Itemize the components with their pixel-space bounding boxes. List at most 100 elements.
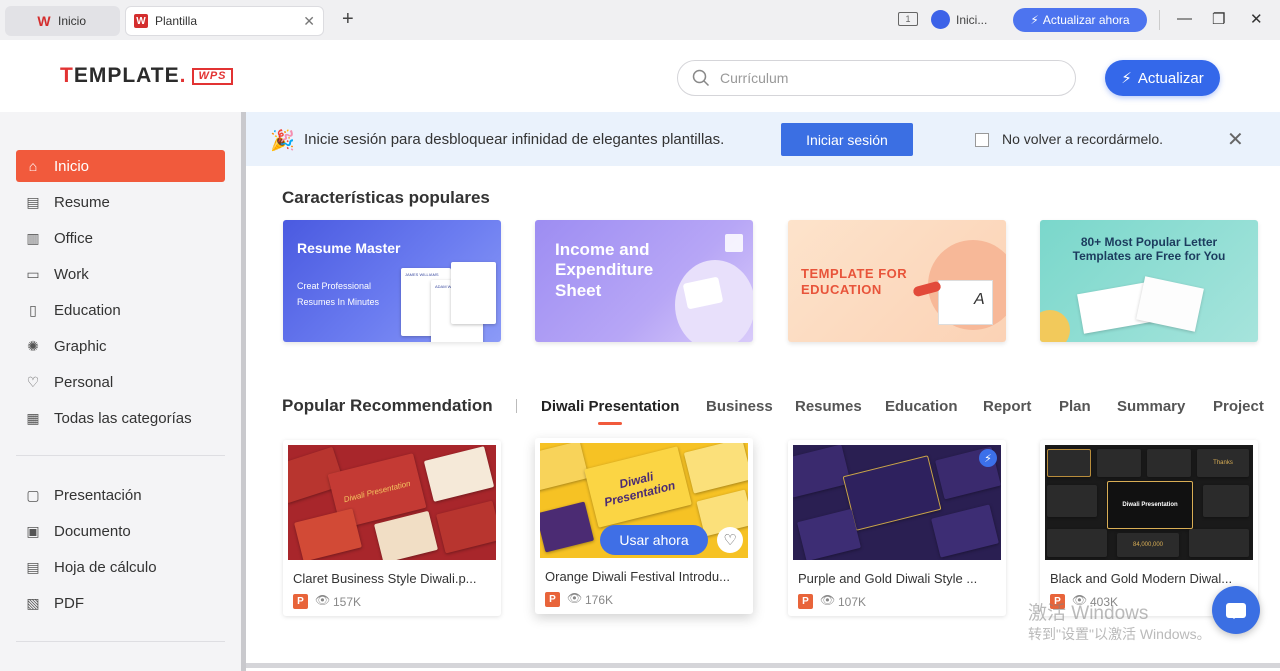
search-box[interactable] [677,60,1076,96]
minimize-button[interactable]: — [1177,10,1192,27]
eye-icon: 👁 [820,593,836,607]
feature-title: 80+ Most Popular Letter Templates are Fr… [1072,235,1226,264]
tab-label: Inicio [58,14,87,28]
maximize-button[interactable]: ❐ [1212,10,1225,28]
feature-card-template-education[interactable]: TEMPLATE FOR EDUCATION A [788,220,1006,342]
tab-summary[interactable]: Summary [1117,398,1185,415]
slide-thumbnail: Thanks [1197,449,1249,477]
slide-thumbnail [540,501,595,553]
resume-icon: ▤ [26,193,40,210]
chat-button[interactable] [1212,586,1260,634]
banner-message: Inicie sesión para desbloquear infinidad… [304,131,725,148]
activation-watermark: 激活 Windows [1028,603,1149,624]
sidebar-item-label: Education [54,301,121,319]
brand-logo[interactable]: TEMPLATE. WPS [60,64,233,88]
dont-remind-label[interactable]: No volver a recordármelo. [1002,131,1163,147]
divider [516,399,517,413]
upgrade-button[interactable]: ⚡ Actualizar [1105,60,1220,96]
search-icon [692,69,710,87]
tab-report[interactable]: Report [983,398,1031,415]
close-icon[interactable]: ✕ [303,13,315,30]
tab-project[interactable]: Project [1213,398,1264,415]
slide-thumbnail [796,508,862,560]
pdf-icon: ▧ [26,594,40,611]
dont-remind-checkbox[interactable] [975,133,989,147]
view-count: 107K [838,595,867,609]
tab-plan[interactable]: Plan [1059,398,1091,415]
sidebar-item-work[interactable]: ▭ Work [16,258,225,290]
slide-thumbnail [294,508,362,560]
activation-watermark-subtext: 转到"设置"以激活 Windows。 [1028,626,1211,642]
premium-lightning-icon: ⚡ [979,449,997,467]
slide-thumbnail: Diwali Presentation [584,446,692,528]
window-close-button[interactable]: ✕ [1250,10,1263,28]
main-content: 🎉 Inicie sesión para desbloquear infinid… [246,112,1280,671]
user-login-link[interactable]: Inici... [956,13,987,27]
home-icon: ⌂ [28,158,38,174]
bulb-icon: ✺ [27,337,39,354]
sidebar-item-spreadsheet[interactable]: ▤ Hoja de cálculo [16,551,225,583]
whiteboard-illustration: A [938,280,993,325]
view-count: 157K [333,595,362,609]
sidebar-item-pdf[interactable]: ▧ PDF [16,587,225,619]
tab-plantilla[interactable]: W Plantilla ✕ [125,6,324,36]
upgrade-now-label: Actualizar ahora [1042,13,1130,27]
feature-card-letter-templates[interactable]: 80+ Most Popular Letter Templates are Fr… [1040,220,1258,342]
sidebar-item-resume[interactable]: ▤ Resume [16,186,225,218]
template-thumbnail: ⚡ [793,445,1001,560]
upgrade-label: Actualizar [1137,69,1204,87]
use-now-button[interactable]: Usar ahora [600,525,708,555]
tab-resumes[interactable]: Resumes [795,398,862,415]
sidebar-item-personal[interactable]: ♡ Personal [16,366,225,398]
horizontal-scrollbar[interactable] [246,663,1280,668]
slide-thumbnail [931,504,999,558]
slide-thumbnail [540,443,589,492]
resume-paper-image [451,262,496,324]
avatar[interactable] [931,10,950,29]
sidebar-item-all-categories[interactable]: ▦ Todas las categorías [16,402,225,434]
template-thumbnail: Diwali Presentation Usar ahora ♡ [540,443,748,558]
feature-title: Income and Expenditure Sheet [555,240,654,300]
tab-business[interactable]: Business [706,398,773,415]
tab-inicio[interactable]: W Inicio [5,6,120,36]
presentation-badge-icon: P [545,592,560,607]
sidebar-item-label: Inicio [54,157,90,175]
template-title: Claret Business Style Diwali.p... [293,571,477,586]
feature-title: TEMPLATE FOR EDUCATION [801,266,908,297]
sidebar-item-graphic[interactable]: ✺ Graphic [16,330,225,362]
tab-label: Plantilla [155,14,198,28]
slide-thumbnail [423,446,495,502]
feature-card-income-expenditure[interactable]: Income and Expenditure Sheet [535,220,753,342]
close-icon[interactable]: ✕ [1227,127,1244,152]
window-count-icon[interactable]: 1 [898,12,918,26]
heart-icon: ♡ [26,373,40,390]
feature-card-resume-master[interactable]: Resume Master Creat Professional Resumes… [283,220,501,342]
slide-thumbnail: 84,000,000 [1117,533,1179,557]
slide-thumbnail [436,500,496,554]
tab-diwali-presentation[interactable]: Diwali Presentation [541,398,679,415]
tab-education[interactable]: Education [885,398,958,415]
template-card[interactable]: Diwali Presentation Usar ahora ♡ Orange … [535,438,753,614]
login-button[interactable]: Iniciar sesión [781,123,913,156]
sidebar-item-label: Graphic [54,337,107,355]
sidebar-item-presentation[interactable]: ▢ Presentación [16,479,225,511]
sidebar-item-label: Documento [54,522,131,540]
sidebar-item-education[interactable]: ▯ Education [16,294,225,326]
favorite-heart-icon[interactable]: ♡ [717,527,743,553]
sidebar-item-document[interactable]: ▣ Documento [16,515,225,547]
sidebar-item-office[interactable]: ▥ Office [16,222,225,254]
envelope-illustration [1136,276,1204,332]
template-card[interactable]: Diwali Presentation Claret Business Styl… [283,440,501,616]
book-icon: ▯ [29,301,37,318]
sidebar-item-inicio[interactable]: ⌂ Inicio [16,150,225,182]
sidebar-item-label: PDF [54,594,84,612]
new-tab-button[interactable]: + [342,8,354,31]
template-card[interactable]: ⚡ Purple and Gold Diwali Style ... P 👁 1… [788,440,1006,616]
document-icon: ▣ [26,522,40,539]
login-banner: 🎉 Inicie sesión para desbloquear infinid… [246,112,1280,166]
slide-thumbnail: Diwali Presentation [1107,481,1193,529]
upgrade-now-button[interactable]: ⚡ Actualizar ahora [1013,8,1147,32]
feature-subtitle: Creat Professional Resumes In Minutes [297,278,379,310]
party-popper-icon: 🎉 [270,130,295,152]
search-input[interactable] [720,70,1050,86]
